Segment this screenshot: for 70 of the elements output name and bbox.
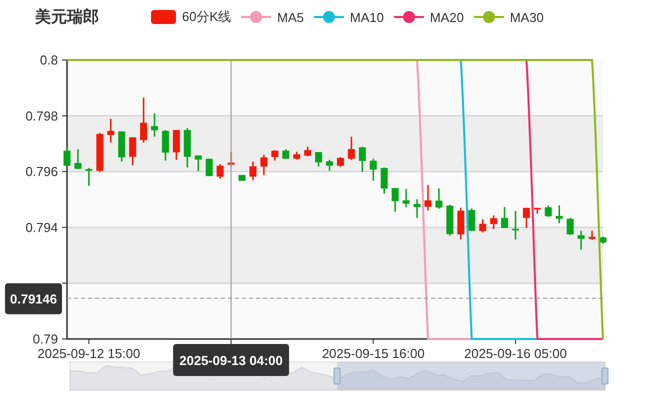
candlestick	[414, 199, 421, 218]
x-axis-label: 2025-09-15 16:00	[322, 346, 425, 361]
legend-label[interactable]: MA30	[510, 10, 544, 24]
candlestick	[304, 146, 312, 156]
candlestick	[249, 162, 256, 180]
price-pointer-label: 0.79146	[5, 283, 62, 314]
slider-handle[interactable]	[602, 368, 608, 384]
candlestick	[457, 208, 464, 240]
candlestick	[228, 152, 235, 167]
candlestick	[162, 130, 169, 161]
zoom-window[interactable]	[337, 362, 605, 390]
y-axis-label: 0.794	[25, 220, 58, 235]
candle-legend-icon[interactable]	[151, 10, 176, 24]
candlestick	[293, 152, 300, 160]
y-axis-label: 0.798	[25, 108, 58, 124]
time-pointer-label: 2025-09-13 04:00	[173, 344, 290, 376]
candlestick	[194, 155, 202, 172]
line-legend-icon[interactable]	[474, 10, 504, 24]
y-axis-label: 0.79	[32, 332, 58, 346]
candlestick	[501, 207, 508, 228]
candlestick	[534, 208, 541, 214]
candlestick	[566, 218, 574, 235]
candlestick	[380, 167, 388, 194]
candlestick	[392, 188, 399, 212]
chart-title: 美元瑞郎	[35, 7, 100, 28]
candlestick	[578, 230, 585, 250]
candlestick	[64, 148, 70, 166]
legend-label[interactable]: MA20	[430, 10, 464, 24]
candlestick	[260, 154, 268, 176]
candlestick	[85, 168, 92, 186]
y-axis-label: 0.796	[25, 164, 58, 180]
candlestick	[348, 136, 355, 160]
candlestick	[129, 137, 136, 166]
legend-label[interactable]: MA10	[350, 10, 384, 24]
candlestick	[118, 131, 126, 162]
y-axis-label: 0.8	[40, 52, 58, 68]
candlestick	[479, 219, 486, 232]
candlestick	[424, 185, 432, 210]
candlestick	[216, 164, 224, 179]
candlestick	[206, 158, 213, 176]
line-legend-icon[interactable]	[241, 10, 272, 24]
candlestick	[358, 146, 366, 172]
candlestick	[326, 160, 334, 171]
candlestick	[544, 206, 552, 217]
candlestick	[151, 113, 158, 137]
candlestick	[522, 208, 530, 228]
candlestick	[512, 210, 519, 240]
line-legend-icon[interactable]	[314, 10, 344, 24]
x-axis-label: 2025-09-16 05:00	[464, 346, 567, 361]
candlestick	[74, 149, 82, 170]
slider-handle[interactable]	[334, 368, 340, 384]
candlestick	[370, 158, 377, 181]
candlestick	[140, 98, 148, 143]
x-axis-label: 2025-09-12 15:00	[38, 346, 140, 361]
candlestick	[468, 208, 476, 232]
legend-label[interactable]: 60分K线	[182, 8, 232, 26]
candlestick	[435, 188, 442, 209]
candlestick	[588, 230, 596, 240]
candlestick	[490, 215, 498, 230]
candlestick	[172, 130, 180, 160]
candlestick	[315, 152, 322, 167]
line-legend-icon[interactable]	[394, 10, 424, 24]
candlestick	[184, 128, 191, 168]
candlestick	[107, 118, 114, 143]
candlestick	[336, 157, 344, 167]
candlestick	[402, 188, 410, 208]
candlestick	[556, 205, 563, 224]
candlestick	[600, 236, 606, 244]
legend-label[interactable]: MA5	[277, 10, 304, 24]
candlestick	[271, 150, 278, 161]
